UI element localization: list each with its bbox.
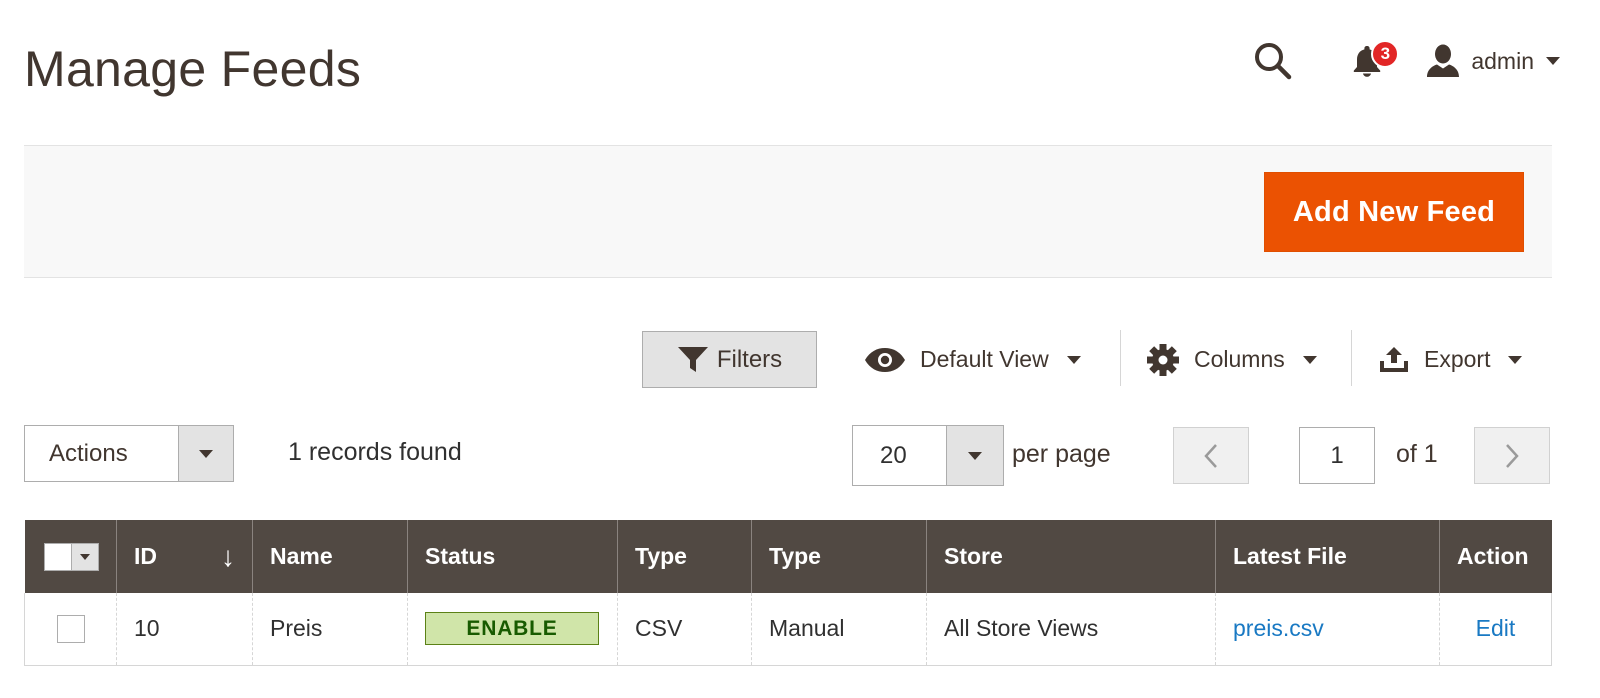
column-header-type[interactable]: Type xyxy=(617,520,752,593)
column-header-label: ID xyxy=(134,543,157,569)
user-menu[interactable]: admin xyxy=(1425,44,1560,78)
export-control[interactable]: Export xyxy=(1378,331,1523,388)
filter-icon xyxy=(677,346,708,372)
cell-mode: Manual xyxy=(751,593,927,666)
cell-name: Preis xyxy=(252,593,408,666)
select-all-checkbox[interactable] xyxy=(44,543,71,570)
chevron-down-icon xyxy=(199,449,213,458)
latest-file-link[interactable]: preis.csv xyxy=(1233,615,1324,641)
page-title: Manage Feeds xyxy=(24,41,362,97)
cell-type: CSV xyxy=(617,593,752,666)
export-icon xyxy=(1380,346,1408,372)
cell-status: ENABLE xyxy=(407,593,618,666)
notifications-button[interactable]: 3 xyxy=(1345,39,1400,83)
per-page-toggle[interactable] xyxy=(946,426,1003,485)
filters-label: Filters xyxy=(716,345,783,373)
page-actions-bar: Add New Feed xyxy=(24,145,1552,278)
notification-count-badge: 3 xyxy=(1371,40,1400,68)
chevron-down-icon xyxy=(1508,355,1523,364)
table-row: 10 Preis ENABLE CSV Manual All Store Vie… xyxy=(24,593,1552,666)
column-header-id[interactable]: ID ↓ xyxy=(116,520,253,593)
eye-icon xyxy=(865,347,905,372)
chevron-down-icon xyxy=(1546,57,1560,65)
records-found: 1 records found xyxy=(288,438,462,466)
column-header-status[interactable]: Status xyxy=(407,520,618,593)
per-page-value: 20 xyxy=(880,441,907,469)
row-checkbox[interactable] xyxy=(56,615,85,644)
per-page-select[interactable]: 20 xyxy=(852,425,1004,486)
row-select-cell xyxy=(24,593,117,666)
grid-toolbar: Filters Default View Columns Export xyxy=(0,330,1600,390)
chevron-right-icon xyxy=(1506,443,1519,468)
column-header-action: Action xyxy=(1439,520,1552,593)
column-header-mode[interactable]: Type xyxy=(751,520,927,593)
previous-page-button[interactable] xyxy=(1173,427,1249,484)
search-icon-svg xyxy=(1255,43,1292,80)
search-icon[interactable] xyxy=(1251,39,1295,83)
toolbar-divider xyxy=(1351,330,1352,386)
chevron-down-icon xyxy=(1302,355,1317,364)
cell-store: All Store Views xyxy=(926,593,1216,666)
cell-latest-file: preis.csv xyxy=(1215,593,1440,666)
gear-icon xyxy=(1147,343,1179,376)
columns-control[interactable]: Columns xyxy=(1146,331,1317,388)
total-pages: of 1 xyxy=(1396,440,1438,468)
filters-button[interactable]: Filters xyxy=(642,331,817,388)
per-page-label: per page xyxy=(1012,440,1111,468)
grid-header-row: ID ↓ Name Status Type Type Store Latest … xyxy=(24,520,1552,593)
columns-label: Columns xyxy=(1194,346,1285,372)
mass-select-header xyxy=(24,520,117,593)
chevron-left-icon xyxy=(1204,443,1217,468)
column-header-store[interactable]: Store xyxy=(926,520,1216,593)
view-label: Default View xyxy=(920,346,1049,372)
user-name: admin xyxy=(1471,47,1534,74)
mass-actions-toggle[interactable] xyxy=(178,426,233,481)
column-header-latest-file[interactable]: Latest File xyxy=(1215,520,1440,593)
export-label: Export xyxy=(1424,346,1491,372)
add-new-feed-button[interactable]: Add New Feed xyxy=(1264,172,1524,252)
user-icon xyxy=(1427,44,1460,77)
mass-select-toggle[interactable] xyxy=(70,543,98,570)
column-header-name[interactable]: Name xyxy=(252,520,408,593)
current-page-input[interactable] xyxy=(1299,427,1375,484)
view-switcher[interactable]: Default View xyxy=(864,331,1081,388)
mass-select-control[interactable] xyxy=(43,542,99,571)
toolbar-divider xyxy=(1120,330,1121,386)
feeds-grid: ID ↓ Name Status Type Type Store Latest … xyxy=(24,520,1552,666)
mass-actions-select[interactable]: Actions xyxy=(24,425,234,482)
mass-actions-label: Actions xyxy=(49,439,128,467)
status-badge: ENABLE xyxy=(425,612,599,646)
cell-id: 10 xyxy=(116,593,253,666)
cell-action: Edit xyxy=(1439,593,1552,666)
chevron-down-icon xyxy=(1066,355,1081,364)
chevron-down-icon xyxy=(79,553,90,560)
sort-arrow-icon: ↓ xyxy=(221,540,235,572)
next-page-button[interactable] xyxy=(1474,427,1550,484)
chevron-down-icon xyxy=(968,451,982,460)
edit-link[interactable]: Edit xyxy=(1476,615,1516,641)
header-actions: 3 admin xyxy=(1251,38,1560,84)
